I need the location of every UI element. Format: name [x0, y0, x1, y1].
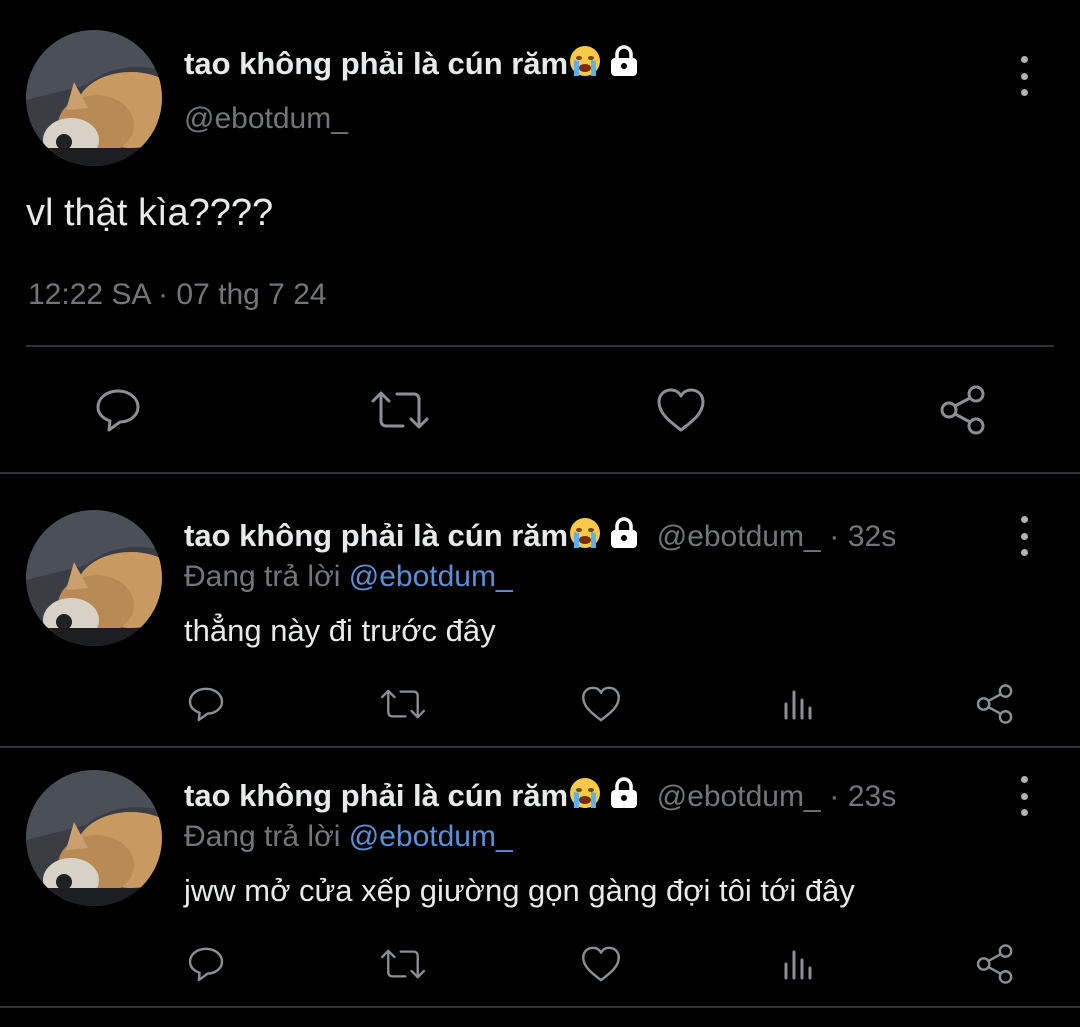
- like-icon: [657, 388, 705, 432]
- dog-avatar-image: [26, 510, 162, 646]
- reply-time: 23s: [847, 780, 897, 813]
- share-button[interactable]: [972, 682, 1018, 726]
- retweet-icon: [380, 949, 426, 979]
- crying-face-emoji-icon: [568, 776, 602, 818]
- like-icon: [582, 686, 620, 722]
- reply-header[interactable]: tao không phải là cún răm @ebotdum_ · 23…: [184, 776, 896, 818]
- replying-to-line: Đang trả lời @ebotdum_: [184, 560, 513, 594]
- avatar[interactable]: [26, 510, 162, 646]
- divider: [26, 345, 1054, 347]
- retweet-button[interactable]: [378, 682, 428, 726]
- tweet-timestamp[interactable]: 12:22 SA · 07 thg 7 24: [28, 278, 327, 312]
- replying-to-line: Đang trả lời @ebotdum_: [184, 820, 513, 854]
- lock-icon: [608, 517, 640, 557]
- more-options-icon[interactable]: [1014, 56, 1034, 96]
- views-button[interactable]: [776, 682, 820, 726]
- like-button[interactable]: [652, 380, 710, 440]
- replying-prefix: Đang trả lời: [184, 560, 341, 593]
- replying-to-link[interactable]: @ebotdum_: [349, 560, 513, 593]
- reply-button[interactable]: [184, 942, 228, 986]
- retweet-button[interactable]: [368, 380, 432, 440]
- share-icon: [940, 385, 985, 435]
- reply-time: 32s: [847, 520, 897, 553]
- handle[interactable]: @ebotdum_: [184, 102, 348, 136]
- share-button[interactable]: [972, 942, 1018, 986]
- views-icon: [784, 950, 812, 980]
- replying-to-link[interactable]: @ebotdum_: [349, 820, 513, 853]
- like-button[interactable]: [578, 942, 624, 986]
- reply-icon: [96, 389, 140, 432]
- handle: @ebotdum_: [656, 520, 821, 553]
- divider: [0, 472, 1080, 474]
- tweet-text: vl thật kìa????: [26, 192, 274, 234]
- handle: @ebotdum_: [656, 780, 821, 813]
- reply-text: jww mở cửa xếp giường gọn gàng đợi tôi t…: [184, 873, 855, 908]
- reply-header[interactable]: tao không phải là cún răm @ebotdum_ · 32…: [184, 516, 896, 558]
- display-name-text: tao không phải là cún răm: [184, 518, 569, 553]
- retweet-button[interactable]: [378, 942, 428, 986]
- reply-icon: [188, 947, 224, 982]
- display-name[interactable]: tao không phải là cún răm: [184, 44, 640, 86]
- avatar[interactable]: [26, 30, 162, 166]
- views-icon: [784, 690, 812, 720]
- reply-icon: [188, 687, 224, 722]
- divider: [0, 1006, 1080, 1008]
- separator: ·: [829, 780, 840, 813]
- like-button[interactable]: [578, 682, 624, 726]
- lock-icon: [608, 45, 640, 85]
- views-button[interactable]: [776, 942, 820, 986]
- reply-text: thẳng này đi trước đây: [184, 613, 496, 648]
- share-icon: [976, 944, 1013, 984]
- crying-face-emoji-icon: [568, 516, 602, 558]
- more-options-icon[interactable]: [1014, 776, 1034, 816]
- dog-avatar-image: [26, 30, 162, 166]
- like-icon: [582, 946, 620, 982]
- retweet-icon: [380, 689, 426, 719]
- avatar[interactable]: [26, 770, 162, 906]
- share-icon: [976, 684, 1013, 724]
- reply-button[interactable]: [184, 682, 228, 726]
- dog-avatar-image: [26, 770, 162, 906]
- display-name-text: tao không phải là cún răm: [184, 46, 569, 81]
- separator: ·: [829, 520, 840, 553]
- divider: [0, 746, 1080, 748]
- display-name-text: tao không phải là cún răm: [184, 778, 569, 813]
- retweet-icon: [371, 391, 429, 429]
- share-button[interactable]: [935, 380, 991, 440]
- reply-button[interactable]: [90, 380, 146, 440]
- lock-icon: [608, 777, 640, 817]
- crying-face-emoji-icon: [568, 44, 602, 86]
- replying-prefix: Đang trả lời: [184, 820, 341, 853]
- more-options-icon[interactable]: [1014, 516, 1034, 556]
